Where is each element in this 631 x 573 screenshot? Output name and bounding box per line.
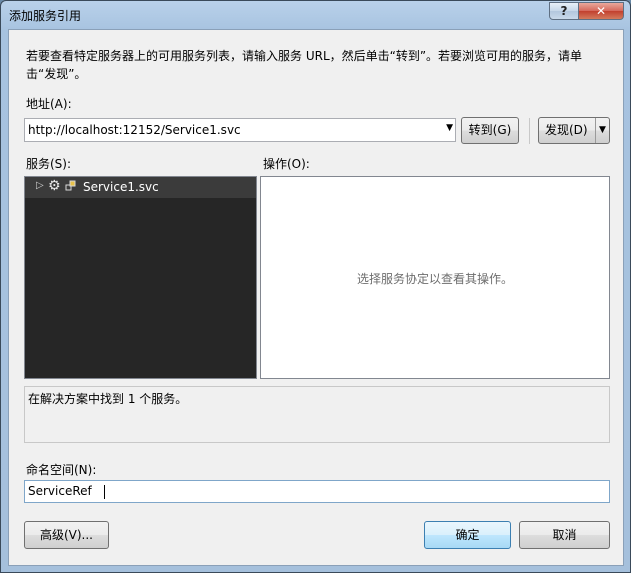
service-reference-icon <box>65 180 77 192</box>
operations-panel: 选择服务协定以查看其操作。 <box>260 176 610 379</box>
namespace-input[interactable]: ServiceRef <box>24 480 610 503</box>
address-input-value[interactable]: http://localhost:12152/Service1.svc <box>28 123 241 137</box>
ok-button-label: 确定 <box>455 528 480 542</box>
operations-hint: 选择服务协定以查看其操作。 <box>356 272 513 286</box>
advanced-button-label: 高级(V)... <box>39 528 94 542</box>
expand-arrow-icon[interactable]: ▷ <box>36 180 44 191</box>
namespace-input-value[interactable]: ServiceRef <box>28 484 92 498</box>
namespace-label: 命名空间(N): <box>26 463 97 477</box>
services-tree[interactable]: ▷ ⚙ Service1.svc <box>24 176 257 379</box>
instructions-text: 若要查看特定服务器上的可用服务列表，请输入服务 URL，然后单击“转到”。若要浏… <box>26 49 583 81</box>
title-bar: 添加服务引用 ? ✕ <box>1 1 630 29</box>
close-button[interactable]: ✕ <box>578 2 624 20</box>
toolbar-separator <box>529 118 530 144</box>
dialog-client-area: 若要查看特定服务器上的可用服务列表，请输入服务 URL，然后单击“转到”。若要浏… <box>8 29 624 566</box>
status-panel: 在解决方案中找到 1 个服务。 <box>24 386 610 443</box>
go-button[interactable]: 转到(G) <box>461 117 519 144</box>
address-combobox[interactable]: http://localhost:12152/Service1.svc ▼ <box>24 118 456 142</box>
add-service-reference-dialog: 添加服务引用 ? ✕ 若要查看特定服务器上的可用服务列表，请输入服务 URL，然… <box>0 0 631 573</box>
close-icon: ✕ <box>595 4 607 18</box>
go-button-label: 转到(G) <box>468 123 512 137</box>
status-text: 在解决方案中找到 1 个服务。 <box>28 392 188 406</box>
operations-label: 操作(O): <box>263 157 310 171</box>
dialog-title: 添加服务引用 <box>9 9 82 23</box>
cancel-button[interactable]: 取消 <box>519 521 610 549</box>
cancel-button-label: 取消 <box>552 528 577 542</box>
discover-dropdown-arrow-icon[interactable]: ▼ <box>599 118 606 143</box>
help-button[interactable]: ? <box>549 2 579 20</box>
dropdown-arrow-icon[interactable]: ▼ <box>446 123 453 133</box>
discover-button-label: 发现(D) <box>545 123 588 137</box>
advanced-button[interactable]: 高级(V)... <box>24 521 109 549</box>
gear-icon: ⚙ <box>48 178 61 194</box>
services-label: 服务(S): <box>26 157 72 171</box>
help-icon: ? <box>560 4 568 18</box>
discover-split-button[interactable]: 发现(D) ▼ <box>538 117 610 144</box>
ok-button[interactable]: 确定 <box>424 521 511 549</box>
text-caret <box>104 485 105 499</box>
split-divider <box>595 118 596 143</box>
tree-item-label: Service1.svc <box>83 180 159 194</box>
address-label: 地址(A): <box>26 97 72 111</box>
tree-item-service1[interactable]: ▷ ⚙ Service1.svc <box>25 177 256 198</box>
